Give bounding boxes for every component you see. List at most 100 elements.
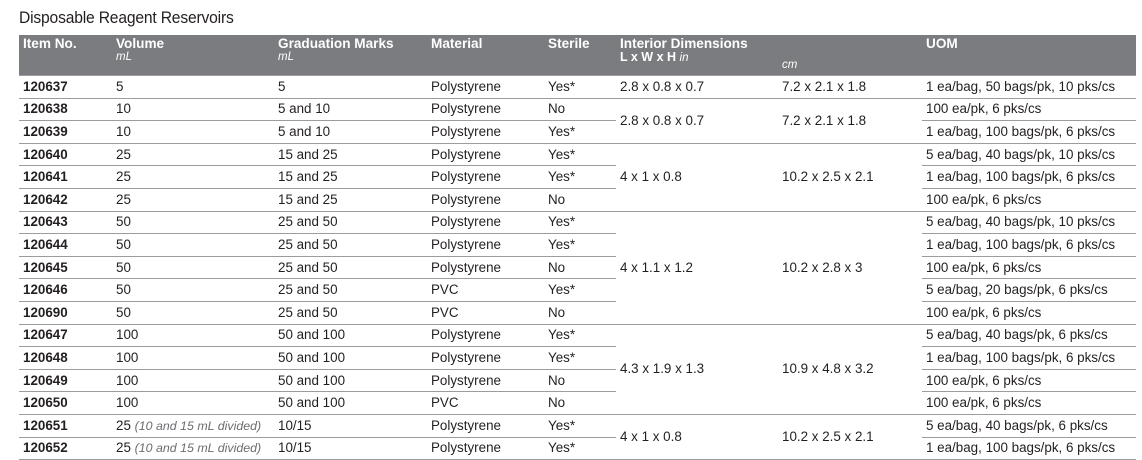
cell-sterile: No <box>544 188 616 212</box>
cell-graduation: 25 and 50 <box>274 256 427 280</box>
cell-sterile: Yes* <box>544 211 616 235</box>
table-row: 120646 50 25 and 50 PVC Yes* 5 ea/bag, 20 bag… <box>19 278 1136 302</box>
cell-volume-value: 10 <box>116 123 131 139</box>
table-row: 120637 5 5 Polystyrene Yes* 2.8 x 0.8 x 0.7 7.… <box>19 75 1136 99</box>
cell-graduation: 50 and 100 <box>274 324 427 348</box>
reservoir-table: Item No. Volume mL Graduation Marks mL Mat… <box>19 35 1136 460</box>
cell-volume-value: 25 <box>116 417 131 433</box>
cell-sterile: Yes* <box>544 346 616 370</box>
table-row: 120643 50 25 and 50 Polystyrene Yes* 4 x 1.1 … <box>19 211 1136 325</box>
cell-item-no: 120647 <box>19 324 112 348</box>
cell-volume: 100 <box>112 369 274 393</box>
cell-dimensions-cm: 7.2 x 2.1 x 1.8 <box>778 98 922 144</box>
cell-uom: 5 ea/bag, 40 bags/pk, 10 pks/cs <box>922 211 1136 235</box>
cell-volume: 5 <box>112 75 274 99</box>
cell-material: Polystyrene <box>427 414 544 438</box>
header-dimensions-sub: L x W x H in <box>620 50 689 65</box>
cell-item-no: 120645 <box>19 256 112 280</box>
cell-item-no: 120642 <box>19 188 112 212</box>
cell-volume: 100 <box>112 391 274 415</box>
cell-graduation: 15 and 25 <box>274 188 427 212</box>
cell-material: Polystyrene <box>427 165 544 189</box>
cell-sterile: Yes* <box>544 165 616 189</box>
cell-sterile: Yes* <box>544 437 616 460</box>
cell-dimensions-in: 2.8 x 0.8 x 0.7 <box>616 98 778 144</box>
cell-material: Polystyrene <box>427 98 544 122</box>
cell-volume-note: (10 and 15 mL divided) <box>134 418 262 433</box>
header-item-no: Item No. <box>23 36 77 51</box>
cell-item-no: 120638 <box>19 98 112 122</box>
cell-sterile: Yes* <box>544 414 616 438</box>
cell-graduation: 10/15 <box>274 437 427 460</box>
cell-sterile: Yes* <box>544 233 616 257</box>
header-dimensions-cm: cm <box>782 59 798 71</box>
table-row: 120641 25 15 and 25 Polystyrene Yes* 1 ea/bag… <box>19 165 1136 189</box>
cell-sterile: No <box>544 369 616 393</box>
cell-volume: 50 <box>112 233 274 257</box>
cell-item-no: 120690 <box>19 301 112 325</box>
cell-uom: 100 ea/pk, 6 pks/cs <box>922 256 1136 280</box>
cell-sterile: No <box>544 98 616 122</box>
cell-material: Polystyrene <box>427 369 544 393</box>
table-row: 120647 100 50 and 100 Polystyrene Yes* 4.3 x … <box>19 324 1136 415</box>
cell-volume-value: 50 <box>116 236 131 252</box>
cell-uom: 1 ea/bag, 100 bags/pk, 6 pks/cs <box>922 437 1136 460</box>
cell-uom: 5 ea/bag, 40 bags/pk, 6 pks/cs <box>922 324 1136 348</box>
header-graduation: Graduation Marks mL <box>274 35 427 76</box>
table-row: 120640 25 15 and 25 Polystyrene Yes* 4 x 1 x … <box>19 143 1136 212</box>
header-dimensions-in: in <box>679 52 689 64</box>
cell-graduation: 50 and 100 <box>274 346 427 370</box>
cell-item-no: 120651 <box>19 414 112 438</box>
cell-uom: 5 ea/bag, 40 bags/pk, 10 pks/cs <box>922 143 1136 167</box>
cell-graduation: 5 and 10 <box>274 120 427 144</box>
table-row: 120690 50 25 and 50 PVC No 100 ea/pk, 6 pks/c… <box>19 301 1136 325</box>
cell-volume: 50 <box>112 256 274 280</box>
cell-dimensions-cm: 7.2 x 2.1 x 1.8 <box>778 75 922 99</box>
header-uom: UOM <box>926 36 958 51</box>
cell-item-no: 120641 <box>19 165 112 189</box>
cell-graduation: 25 and 50 <box>274 233 427 257</box>
cell-sterile: Yes* <box>544 324 616 348</box>
cell-sterile: Yes* <box>544 278 616 302</box>
cell-dimensions-in: 4 x 1 x 0.8 <box>616 414 778 460</box>
cell-volume: 50 <box>112 211 274 235</box>
cell-uom: 100 ea/pk, 6 pks/cs <box>922 391 1136 415</box>
table-row: 120645 50 25 and 50 Polystyrene No 100 ea/pk,… <box>19 256 1136 280</box>
cell-dimensions-in: 4 x 1 x 0.8 <box>616 143 778 212</box>
cell-graduation: 25 and 50 <box>274 301 427 325</box>
table-row: 120648 100 50 and 100 Polystyrene Yes* 1 ea/b… <box>19 346 1136 370</box>
cell-volume: 25 <box>112 165 274 189</box>
cell-graduation: 50 and 100 <box>274 369 427 393</box>
cell-item-no: 120637 <box>19 75 112 99</box>
cell-graduation: 5 <box>274 75 427 99</box>
header-volume: Volume mL <box>112 35 274 76</box>
cell-item-no: 120646 <box>19 278 112 302</box>
cell-sterile: Yes* <box>544 120 616 144</box>
cell-item-no: 120652 <box>19 437 112 460</box>
cell-material: Polystyrene <box>427 256 544 280</box>
cell-volume-value: 25 <box>116 169 131 185</box>
header-material: Material <box>431 36 483 51</box>
table-row: 120650 100 50 and 100 PVC No 100 ea/pk, 6 pks… <box>19 391 1136 415</box>
cell-material: Polystyrene <box>427 143 544 167</box>
cell-item-no: 120649 <box>19 369 112 393</box>
cell-volume-value: 50 <box>116 214 131 230</box>
cell-volume-value: 10 <box>116 101 131 117</box>
cell-item-no: 120639 <box>19 120 112 144</box>
table-header: Item No. Volume mL Graduation Marks mL Mat… <box>19 35 1136 76</box>
header-graduation-unit: mL <box>278 51 294 63</box>
cell-material: PVC <box>427 301 544 325</box>
cell-volume-value: 25 <box>116 146 131 162</box>
cell-volume: 25 (10 and 15 mL divided) <box>112 437 274 460</box>
cell-volume-value: 100 <box>116 349 139 365</box>
table-row: 120639 10 5 and 10 Polystyrene Yes* 1 ea/bag,… <box>19 120 1136 144</box>
cell-volume: 100 <box>112 324 274 348</box>
cell-graduation: 25 and 50 <box>274 211 427 235</box>
cell-uom: 1 ea/bag, 100 bags/pk, 6 pks/cs <box>922 346 1136 370</box>
cell-volume-value: 100 <box>116 327 139 343</box>
cell-uom: 1 ea/bag, 100 bags/pk, 6 pks/cs <box>922 120 1136 144</box>
cell-material: PVC <box>427 278 544 302</box>
cell-dimensions-in: 2.8 x 0.8 x 0.7 <box>616 75 778 99</box>
header-sterile: Sterile <box>548 36 590 51</box>
cell-uom: 5 ea/bag, 40 bags/pk, 6 pks/cs <box>922 414 1136 438</box>
